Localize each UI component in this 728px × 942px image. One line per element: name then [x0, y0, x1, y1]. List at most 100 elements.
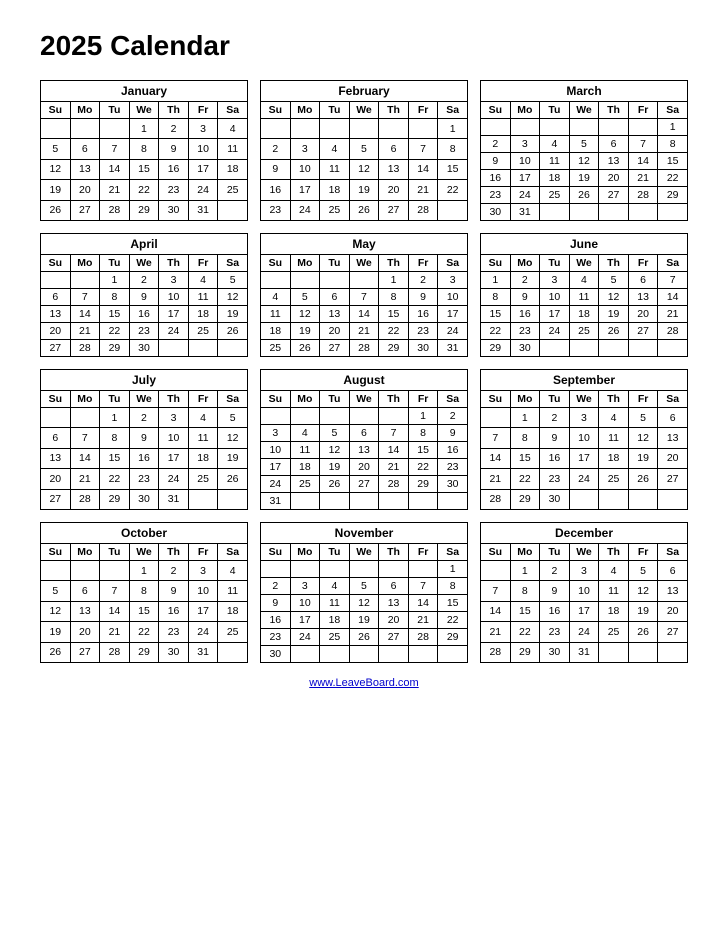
calendar-day: 9 [510, 289, 540, 306]
calendar-day: 29 [129, 200, 159, 220]
calendar-day: 8 [129, 581, 159, 601]
calendar-day: 1 [510, 408, 540, 428]
calendar-day: 16 [261, 180, 291, 200]
calendar-day [438, 646, 468, 663]
calendar-day: 22 [438, 612, 468, 629]
calendar-day: 6 [70, 139, 100, 159]
calendar-day: 23 [510, 323, 540, 340]
day-header: Su [481, 391, 511, 408]
calendar-day: 1 [129, 561, 159, 581]
calendar-day: 30 [540, 642, 570, 662]
calendar-day: 10 [188, 581, 218, 601]
calendar-day: 23 [129, 323, 159, 340]
calendar-day: 7 [379, 425, 409, 442]
calendar-day [379, 408, 409, 425]
calendar-day: 31 [569, 642, 599, 662]
calendar-day: 4 [599, 408, 629, 428]
calendar-day [320, 408, 350, 425]
calendar-day: 19 [41, 180, 71, 200]
month-name-january: January [41, 81, 248, 102]
calendar-day [290, 561, 320, 578]
calendar-day [290, 272, 320, 289]
calendar-day [599, 119, 629, 136]
calendar-day: 5 [218, 272, 248, 289]
calendar-day: 26 [628, 469, 658, 489]
calendar-day: 5 [628, 408, 658, 428]
calendar-day: 22 [408, 459, 438, 476]
calendar-day: 10 [569, 581, 599, 601]
calendar-day: 1 [438, 561, 468, 578]
day-header: Fr [628, 102, 658, 119]
calendar-day: 28 [658, 323, 688, 340]
calendar-day: 21 [349, 323, 379, 340]
calendar-day: 23 [261, 200, 291, 220]
calendar-day [628, 204, 658, 221]
calendar-day: 2 [408, 272, 438, 289]
day-header: Su [41, 544, 71, 561]
calendar-day: 17 [188, 601, 218, 621]
day-header: Fr [628, 391, 658, 408]
calendar-day: 11 [569, 289, 599, 306]
calendar-day: 30 [129, 489, 159, 509]
calendar-day: 23 [159, 622, 189, 642]
calendar-day: 27 [628, 323, 658, 340]
calendar-day: 10 [159, 289, 189, 306]
calendar-day: 26 [320, 476, 350, 493]
calendar-day: 22 [379, 323, 409, 340]
day-header: We [129, 102, 159, 119]
calendar-day: 30 [540, 489, 570, 509]
calendar-day: 24 [569, 622, 599, 642]
calendar-day: 23 [481, 187, 511, 204]
month-table-june: JuneSuMoTuWeThFrSa1234567891011121314151… [480, 233, 688, 357]
calendar-day: 23 [159, 180, 189, 200]
calendar-day: 22 [100, 323, 130, 340]
calendar-day: 18 [599, 601, 629, 621]
calendar-day: 12 [218, 428, 248, 448]
calendar-day: 11 [320, 159, 350, 179]
calendar-day [290, 408, 320, 425]
day-header: Mo [510, 391, 540, 408]
calendar-day: 30 [510, 340, 540, 357]
calendar-day: 26 [599, 323, 629, 340]
footer-link[interactable]: www.LeaveBoard.com [40, 677, 688, 689]
calendar-day: 15 [129, 159, 159, 179]
day-header: We [129, 544, 159, 561]
day-header: Su [261, 391, 291, 408]
calendar-day: 6 [320, 289, 350, 306]
calendar-day: 5 [218, 408, 248, 428]
calendar-day: 17 [159, 306, 189, 323]
calendar-day: 12 [320, 442, 350, 459]
calendar-day: 24 [510, 187, 540, 204]
calendar-day: 20 [320, 323, 350, 340]
calendar-day [628, 119, 658, 136]
calendar-day [569, 119, 599, 136]
calendar-day [41, 561, 71, 581]
calendar-day: 26 [290, 340, 320, 357]
page-title: 2025 Calendar [40, 30, 688, 62]
calendar-day: 30 [159, 200, 189, 220]
day-header: Sa [218, 391, 248, 408]
day-header: Tu [540, 102, 570, 119]
month-table-september: SeptemberSuMoTuWeThFrSa12345678910111213… [480, 369, 688, 510]
calendar-day: 4 [261, 289, 291, 306]
day-header: Th [599, 544, 629, 561]
calendar-day: 31 [159, 489, 189, 509]
calendar-day: 18 [290, 459, 320, 476]
calendar-day: 7 [408, 578, 438, 595]
calendar-day: 6 [658, 408, 688, 428]
calendar-day: 21 [628, 170, 658, 187]
calendar-day: 21 [481, 469, 511, 489]
day-header: Mo [510, 102, 540, 119]
day-header: Th [159, 255, 189, 272]
calendar-day [320, 561, 350, 578]
calendar-day: 4 [569, 272, 599, 289]
calendar-day: 27 [658, 469, 688, 489]
calendar-day: 6 [41, 428, 71, 448]
calendar-day [70, 119, 100, 139]
calendar-day: 5 [349, 578, 379, 595]
calendar-day: 24 [159, 323, 189, 340]
calendar-day: 23 [408, 323, 438, 340]
calendar-day [658, 340, 688, 357]
calendar-day: 15 [510, 448, 540, 468]
calendar-day: 25 [218, 622, 248, 642]
